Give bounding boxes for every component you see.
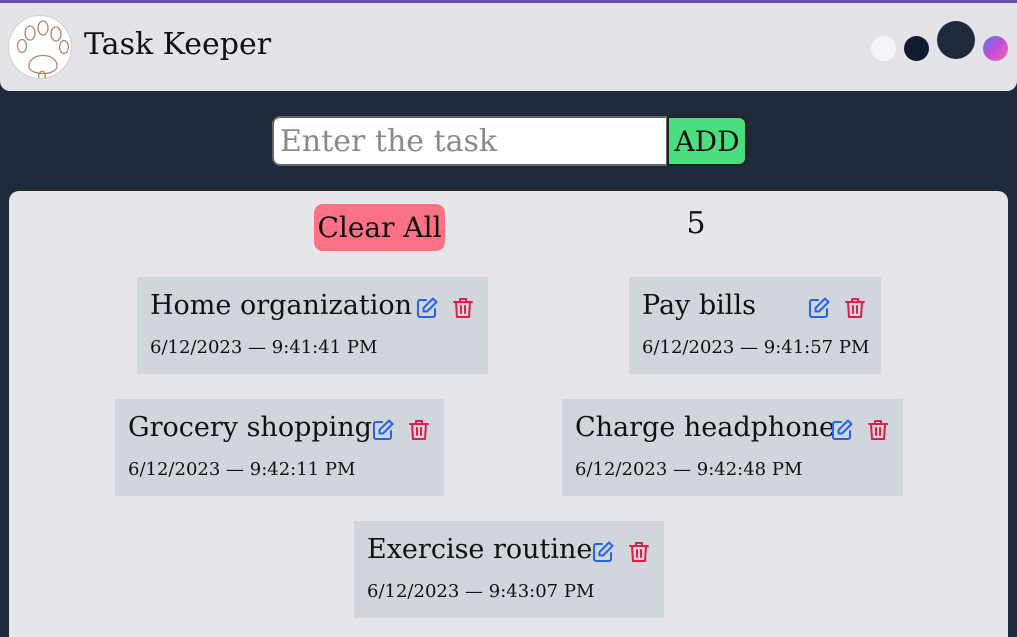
task-timestamp: 6/12/2023 — 9:42:48 PM <box>575 459 803 480</box>
theme-light-button[interactable] <box>871 36 896 61</box>
theme-navy-button[interactable] <box>904 36 929 61</box>
trash-icon[interactable] <box>843 296 867 320</box>
trash-icon[interactable] <box>866 418 890 442</box>
app-title: Task Keeper <box>84 27 272 62</box>
task-card: Pay bills 6/12/2023 — 9:41:57 PM <box>629 277 881 374</box>
edit-icon[interactable] <box>415 296 439 320</box>
task-card: Grocery shopping 6/12/2023 — 9:42:11 PM <box>115 399 444 496</box>
task-count: 5 <box>686 206 706 241</box>
clear-all-button[interactable]: Clear All <box>314 204 445 251</box>
edit-icon[interactable] <box>371 418 395 442</box>
task-card: Charge headphone 6/12/2023 — 9:42:48 PM <box>562 399 903 496</box>
theme-gradient-button[interactable] <box>983 36 1008 61</box>
add-button[interactable]: ADD <box>667 116 747 166</box>
trash-icon[interactable] <box>451 296 475 320</box>
task-card: Home organization 6/12/2023 — 9:41:41 PM <box>137 277 488 374</box>
trash-icon[interactable] <box>407 418 431 442</box>
edit-icon[interactable] <box>591 540 615 564</box>
app-header: Task Keeper <box>0 3 1017 91</box>
edit-icon[interactable] <box>830 418 854 442</box>
task-card: Exercise routine 6/12/2023 — 9:43:07 PM <box>354 521 664 618</box>
task-input[interactable] <box>272 116 668 166</box>
task-timestamp: 6/12/2023 — 9:43:07 PM <box>367 581 595 602</box>
paw-logo <box>8 15 72 79</box>
trash-icon[interactable] <box>627 540 651 564</box>
task-timestamp: 6/12/2023 — 9:41:41 PM <box>150 337 378 358</box>
task-title: Home organization <box>150 290 412 321</box>
theme-slate-button[interactable] <box>937 21 975 59</box>
edit-icon[interactable] <box>807 296 831 320</box>
task-title: Grocery shopping <box>128 412 372 443</box>
task-title: Charge headphone <box>575 412 835 443</box>
task-title: Pay bills <box>642 290 756 321</box>
task-timestamp: 6/12/2023 — 9:42:11 PM <box>128 459 356 480</box>
task-title: Exercise routine <box>367 534 593 565</box>
task-timestamp: 6/12/2023 — 9:41:57 PM <box>642 337 870 358</box>
